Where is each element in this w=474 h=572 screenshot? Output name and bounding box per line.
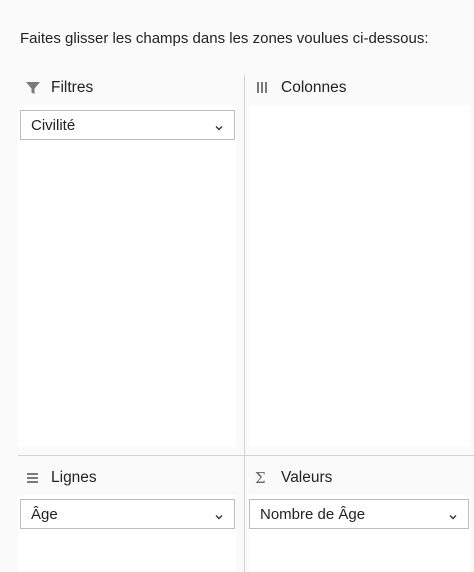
rows-zone-header: Lignes: [25, 467, 97, 489]
rows-zone-label: Lignes: [51, 469, 97, 486]
field-chip-nombre-de-age[interactable]: Nombre de Âge: [249, 499, 469, 529]
rows-icon: [25, 470, 41, 486]
field-chip-label: Civilité: [31, 116, 76, 134]
filter-icon: [25, 80, 41, 96]
vertical-divider: [244, 75, 245, 572]
chevron-down-icon[interactable]: [448, 509, 458, 520]
field-chip-civilite[interactable]: Civilité: [20, 110, 235, 140]
field-chip-age[interactable]: Âge: [20, 499, 235, 529]
columns-zone-label: Colonnes: [281, 79, 347, 96]
chevron-down-icon[interactable]: [214, 509, 224, 520]
columns-drop-area[interactable]: [249, 105, 470, 447]
chevron-down-icon[interactable]: [214, 120, 224, 131]
filters-zone-label: Filtres: [51, 79, 94, 96]
instruction-text: Faites glisser les champs dans les zones…: [20, 30, 429, 47]
sigma-icon: Σ: [255, 469, 266, 487]
columns-icon: [255, 80, 271, 96]
horizontal-divider: [18, 455, 474, 456]
values-zone-header: Σ Valeurs: [255, 467, 332, 489]
field-chip-label: Nombre de Âge: [260, 505, 366, 523]
columns-zone-header: Colonnes: [255, 77, 347, 99]
field-chip-label: Âge: [31, 505, 58, 523]
filters-drop-area[interactable]: [18, 105, 236, 447]
values-zone-label: Valeurs: [281, 469, 333, 486]
filters-zone-header: Filtres: [25, 77, 93, 99]
